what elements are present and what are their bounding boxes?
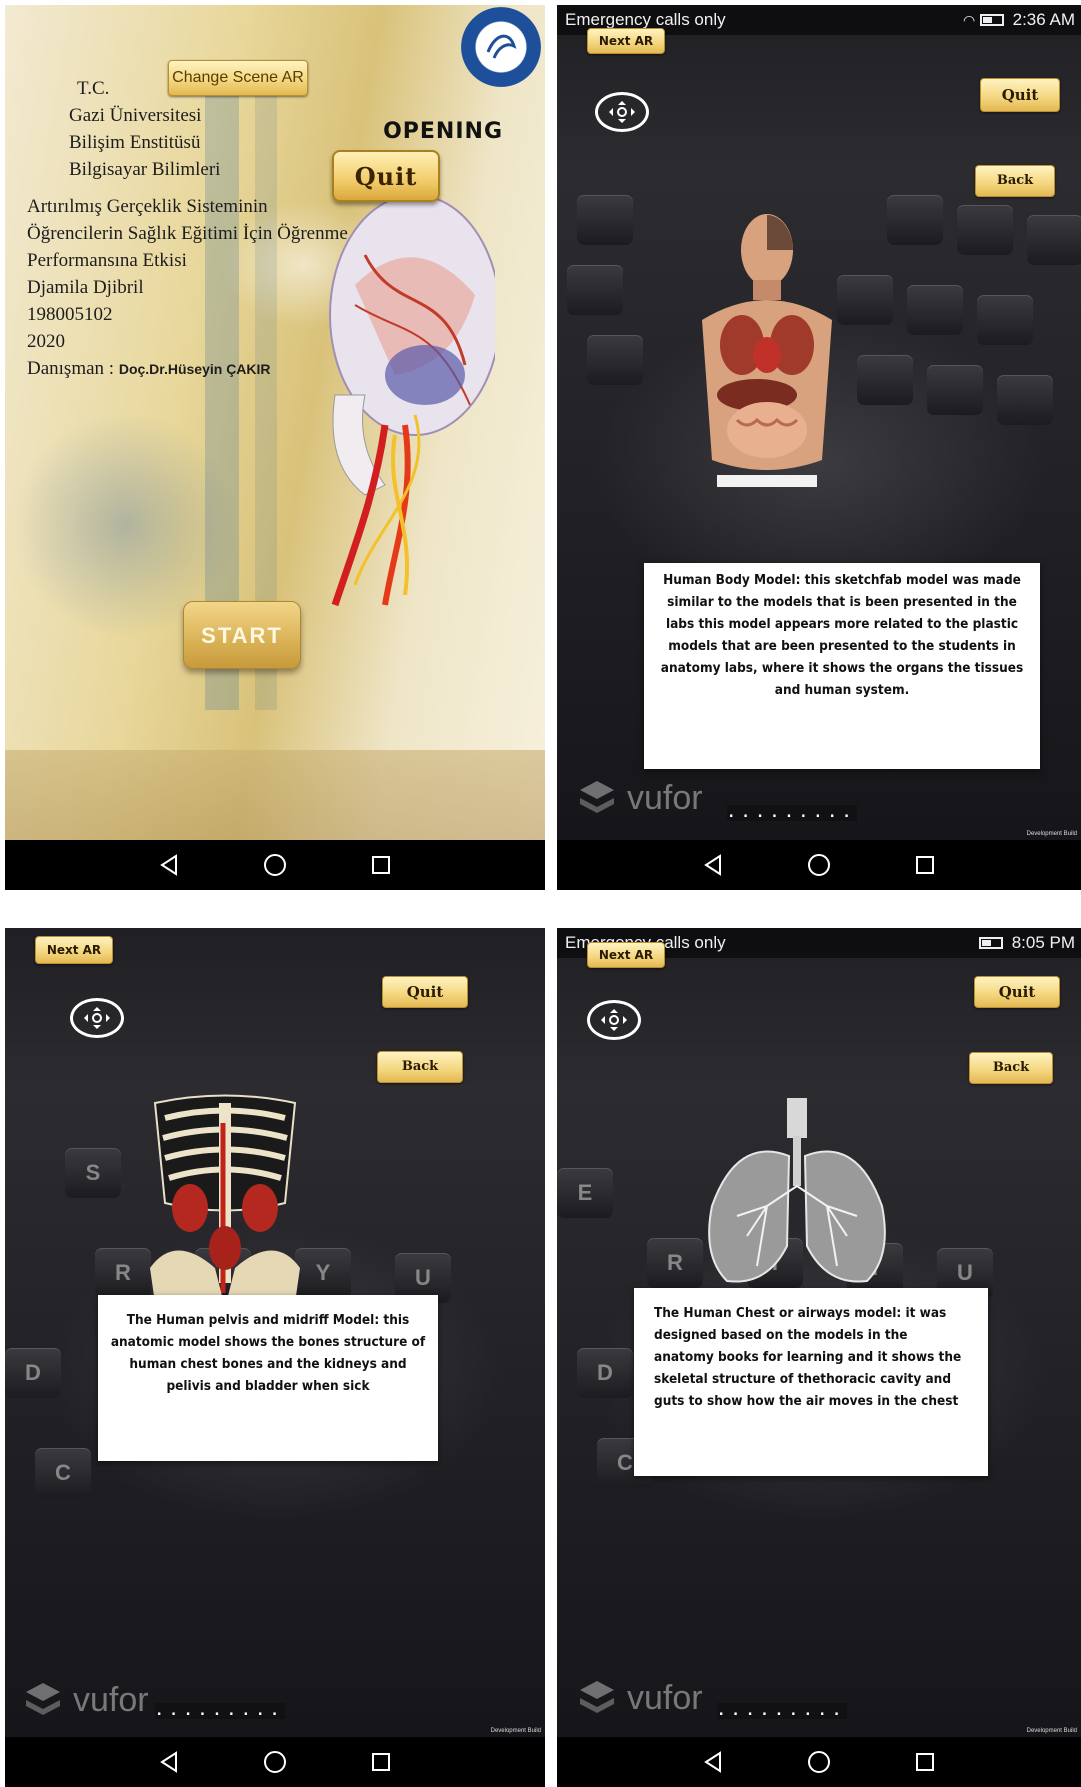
loading-dots: ......... xyxy=(727,805,857,821)
home-circle-icon[interactable] xyxy=(805,851,833,879)
home-circle-icon[interactable] xyxy=(261,851,289,879)
dev-build-label: Development Build xyxy=(1026,831,1077,837)
wifi-icon: ◠ xyxy=(962,12,976,28)
home-circle-icon[interactable] xyxy=(261,1748,289,1776)
keyboard-key: E xyxy=(557,1168,613,1218)
thesis-line: Bilişim Enstitüsü xyxy=(69,132,201,153)
quit-button[interactable]: Quit xyxy=(980,78,1060,112)
next-ar-button[interactable]: Next AR xyxy=(587,28,665,54)
quit-button[interactable]: Quit xyxy=(974,976,1060,1008)
loading-dots: ......... xyxy=(155,1703,285,1719)
battery-icon xyxy=(979,14,1004,26)
android-nav-bar xyxy=(5,1737,545,1787)
back-triangle-icon[interactable] xyxy=(699,1748,727,1776)
vuforia-logo-icon xyxy=(580,781,614,813)
pelvis-midriff-model xyxy=(150,1094,300,1308)
status-time: 8:05 PM xyxy=(1011,933,1075,952)
vuforia-logo-icon xyxy=(580,1681,614,1713)
model-info-card: The Human pelvis and midriff Model: this… xyxy=(98,1295,438,1461)
author-name: Djamila Djibril xyxy=(27,277,144,298)
thesis-year: 2020 xyxy=(27,331,65,352)
student-number: 198005102 xyxy=(27,304,113,325)
vuforia-watermark: vufor xyxy=(577,778,703,818)
vuforia-watermark: vufor xyxy=(577,1678,703,1718)
model-info-card: Human Body Model: this sketchfab model w… xyxy=(644,563,1040,769)
next-ar-button[interactable]: Next AR xyxy=(587,942,665,968)
loading-dots: ......... xyxy=(717,1703,847,1719)
status-time: 2:36 AM xyxy=(1012,10,1075,29)
university-logo xyxy=(461,7,541,87)
back-triangle-icon[interactable] xyxy=(155,1748,183,1776)
advisor-name: Doç.Dr.Hüseyin ÇAKIR xyxy=(118,361,271,377)
thesis-title-line: Performansına Etkisi xyxy=(27,250,187,271)
keyboard-key: C xyxy=(35,1448,91,1498)
keyboard-key: R xyxy=(647,1238,703,1288)
keyboard-key: S xyxy=(65,1148,121,1198)
thesis-title-line: Artırılmış Gerçeklik Sisteminin xyxy=(27,196,268,217)
quit-button[interactable]: Quit xyxy=(332,150,440,202)
android-nav-bar xyxy=(5,840,545,890)
thesis-title-line: Öğrencilerin Sağlık Eğitimi İçin Öğrenme xyxy=(27,223,348,244)
opening-label: OPENING xyxy=(383,119,503,144)
recents-square-icon[interactable] xyxy=(911,851,939,879)
vuforia-text: vufor xyxy=(627,1678,703,1717)
back-button[interactable]: Back xyxy=(377,1051,463,1083)
model-info-card: The Human Chest or airways model: it was… xyxy=(634,1288,988,1476)
android-nav-bar xyxy=(557,840,1081,890)
pelvis-ar-screen: S D F G H R T Y U C Next AR Quit Back xyxy=(5,928,545,1787)
status-carrier-text: Emergency calls only xyxy=(565,10,726,29)
next-ar-button[interactable]: Next AR xyxy=(35,936,113,964)
battery-icon xyxy=(978,937,1003,949)
start-button[interactable]: START xyxy=(183,601,301,669)
vuforia-logo-icon xyxy=(26,1683,60,1715)
dev-build-label: Development Build xyxy=(1026,1728,1077,1734)
recenter-icon[interactable] xyxy=(595,92,649,132)
keyboard-key: D xyxy=(5,1348,61,1398)
opening-screen: Change Scene AR OPENING Quit T.C. Gazi Ü… xyxy=(5,5,545,890)
recenter-icon[interactable] xyxy=(70,998,124,1038)
advisor-label: Danışman : xyxy=(27,358,115,379)
keyboard-key: D xyxy=(577,1348,633,1398)
back-triangle-icon[interactable] xyxy=(155,851,183,879)
android-nav-bar xyxy=(557,1737,1081,1787)
vuforia-text: vufor xyxy=(627,778,703,817)
chest-airways-ar-screen: E R T Y U D F G H C Emergency calls only… xyxy=(557,928,1081,1787)
human-body-ar-screen: Emergency calls only ◠ 2:36 AM Next AR Q… xyxy=(557,5,1081,890)
thesis-line: T.C. xyxy=(77,78,110,99)
chest-airways-model xyxy=(708,1098,886,1283)
university-emblem-icon xyxy=(486,34,517,59)
vuforia-watermark: vufor xyxy=(23,1680,149,1720)
recents-square-icon[interactable] xyxy=(367,1748,395,1776)
thesis-line: Bilgisayar Bilimleri xyxy=(69,159,221,180)
recents-square-icon[interactable] xyxy=(911,1748,939,1776)
recenter-icon[interactable] xyxy=(587,1000,641,1040)
back-triangle-icon[interactable] xyxy=(699,851,727,879)
back-button[interactable]: Back xyxy=(969,1052,1053,1084)
home-circle-icon[interactable] xyxy=(805,1748,833,1776)
recents-square-icon[interactable] xyxy=(367,851,395,879)
thesis-line: Gazi Üniversitesi xyxy=(69,105,202,126)
quit-button[interactable]: Quit xyxy=(382,976,468,1008)
back-button[interactable]: Back xyxy=(975,165,1055,197)
keyboard-key: R xyxy=(95,1248,151,1298)
dev-build-label: Development Build xyxy=(490,1728,541,1734)
human-torso-model xyxy=(702,214,832,487)
thesis-info: T.C. Gazi Üniversitesi Bilişim Enstitüsü… xyxy=(27,75,348,382)
vuforia-text: vufor xyxy=(73,1680,149,1719)
